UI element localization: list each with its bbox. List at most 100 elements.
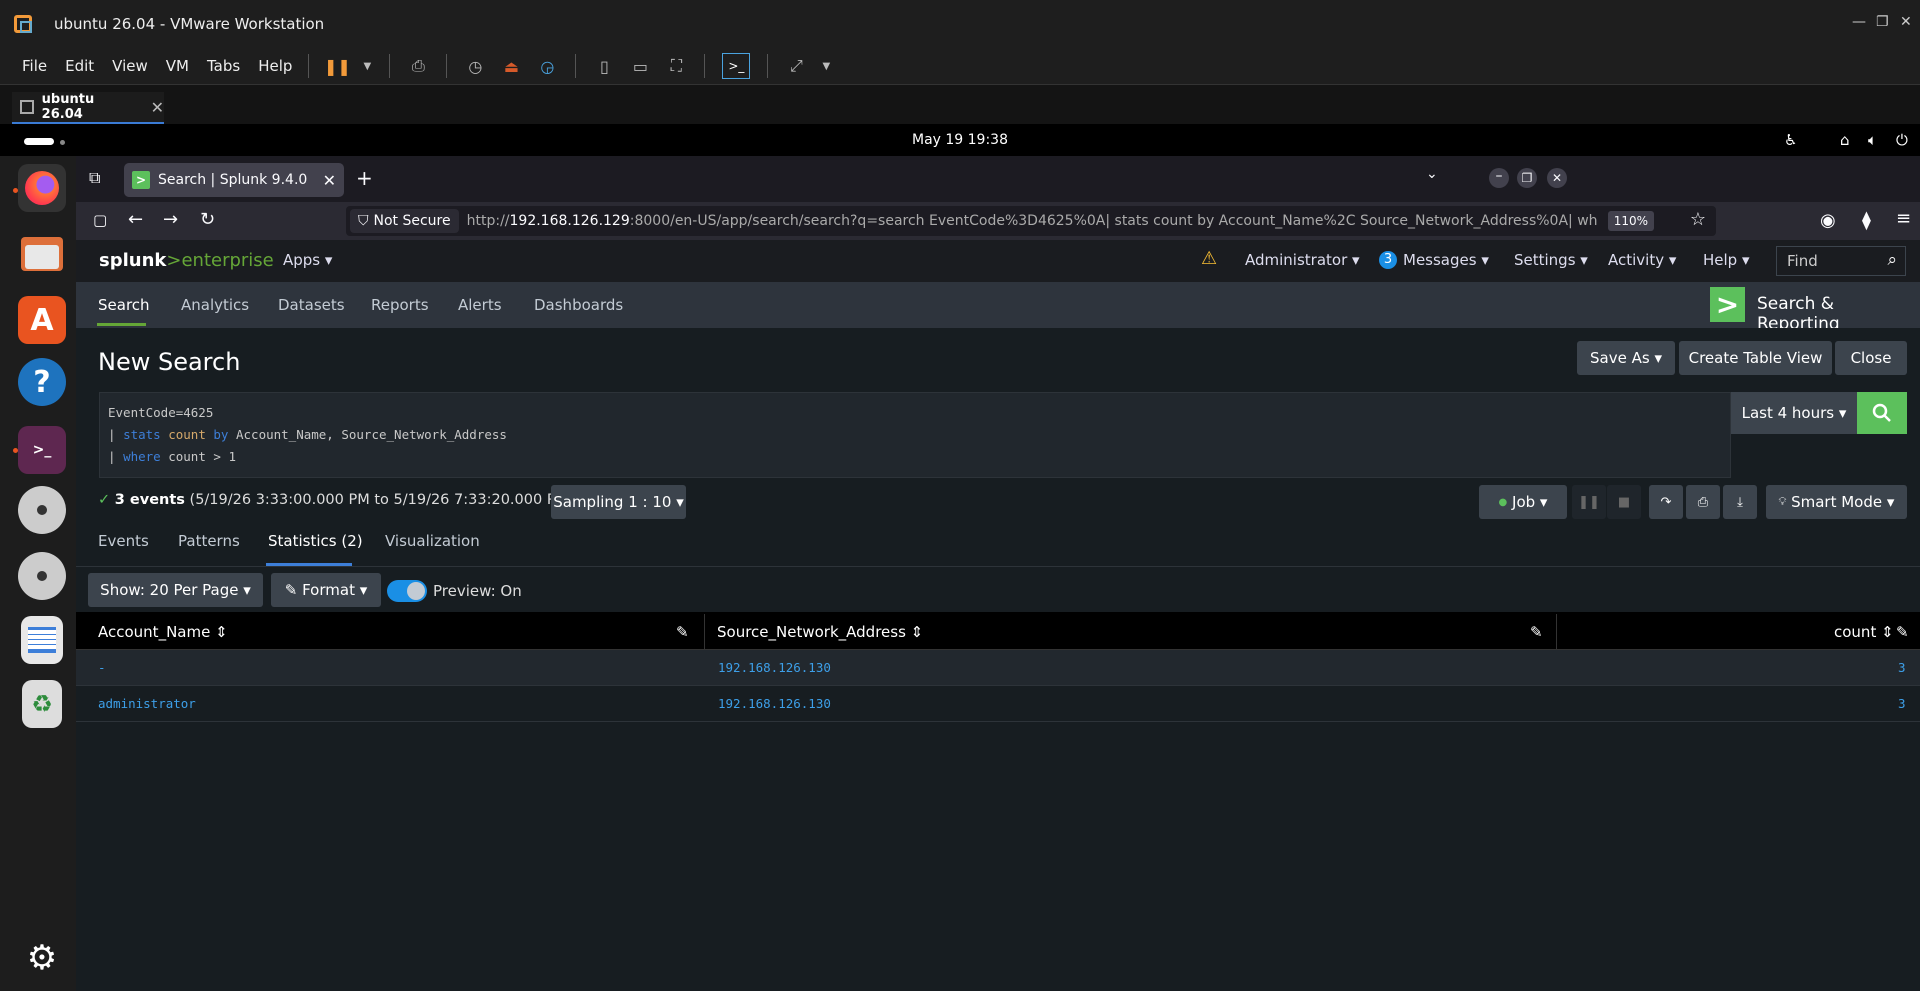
trash-icon[interactable]: ♻ [22,680,62,728]
close-icon[interactable]: ✕ [1900,14,1912,30]
nav-reports[interactable]: Reports [371,296,429,314]
administrator-menu[interactable]: Administrator ▾ [1245,251,1360,269]
warning-icon[interactable]: ⚠ [1201,248,1217,269]
time-range-picker[interactable]: Last 4 hours ▾ [1731,392,1857,434]
messages-badge[interactable]: 3 [1379,251,1397,269]
clock[interactable]: May 19 19:38 [0,132,1920,148]
stretch-icon[interactable]: ⤢ [785,55,807,77]
share-icon[interactable]: ↷ [1649,485,1683,519]
sidebar-icon[interactable]: ▢ [93,211,107,229]
pause-icon[interactable]: ❚❚ [324,55,351,77]
cell-account-name[interactable]: administrator [98,696,196,711]
splunk-logo[interactable]: splunk>enterprise [99,250,274,271]
cell-source-address[interactable]: 192.168.126.130 [718,696,831,711]
nav-alerts[interactable]: Alerts [458,296,502,314]
apps-menu[interactable]: Apps ▾ [283,251,332,269]
fullscreen-icon[interactable]: ⛶ [665,55,687,77]
create-table-view-button[interactable]: Create Table View [1679,341,1832,375]
chevron-down-icon[interactable]: ▼ [821,55,831,77]
disc-icon[interactable] [18,486,66,534]
library-icon[interactable]: ▯ [593,55,615,77]
search-query-input[interactable]: EventCode=4625 | stats count by Account_… [99,392,1731,478]
pause-job-icon[interactable]: ❚❚ [1572,485,1606,519]
search-button[interactable] [1857,392,1907,434]
tab-visualization[interactable]: Visualization [385,532,480,550]
firefox-icon[interactable] [18,164,66,212]
menu-tabs[interactable]: Tabs [207,57,240,75]
files-icon[interactable] [18,230,66,278]
format-dropdown[interactable]: ✎ Format ▾ [271,573,381,607]
cell-source-address[interactable]: 192.168.126.130 [718,660,831,675]
chevron-down-icon[interactable]: ▼ [362,55,372,77]
menu-edit[interactable]: Edit [65,57,94,75]
browser-tab-splunk[interactable]: > Search | Splunk 9.4.0 ✕ [124,163,344,197]
send-ctrl-alt-del-icon[interactable]: ⎙ [407,55,429,77]
help-icon[interactable]: ? [18,358,66,406]
help-menu[interactable]: Help ▾ [1703,251,1750,269]
disc-icon[interactable] [18,552,66,600]
messages-menu[interactable]: Messages ▾ [1403,251,1489,269]
save-as-button[interactable]: Save As ▾ [1577,341,1675,375]
close-icon[interactable]: ✕ [1547,168,1567,188]
preview-toggle[interactable] [387,580,427,602]
tab-events[interactable]: Events [98,532,149,550]
sampling-dropdown[interactable]: Sampling 1 : 10 ▾ [551,485,686,519]
cell-count[interactable]: 3 [1898,660,1906,675]
back-icon[interactable]: ← [128,209,143,230]
column-header-count[interactable]: count ⇕ [1834,623,1894,641]
volume-icon[interactable]: 🔈︎ [1868,131,1877,149]
bookmark-star-icon[interactable]: ☆ [1690,209,1706,230]
column-format-icon[interactable]: ✎ [1896,623,1909,641]
security-indicator[interactable]: ⛉ Not Secure [350,209,459,233]
close-tab-icon[interactable]: ✕ [323,171,336,190]
vmware-tab-ubuntu[interactable]: ubuntu 26.04 ✕ [12,92,164,124]
menu-help[interactable]: Help [258,57,292,75]
per-page-dropdown[interactable]: Show: 20 Per Page ▾ [88,573,263,607]
app-center-icon[interactable]: A [18,296,66,344]
close-tab-icon[interactable]: ✕ [151,98,164,117]
menu-vm[interactable]: VM [166,57,189,75]
network-icon[interactable]: ⌂ [1840,131,1850,149]
thumbnail-icon[interactable]: ▭ [629,55,651,77]
forward-icon[interactable]: → [163,209,178,230]
revert-snapshot-icon[interactable]: ⏏ [500,55,522,77]
tab-patterns[interactable]: Patterns [178,532,240,550]
cell-account-name[interactable]: - [98,660,106,675]
reload-icon[interactable]: ↻ [200,209,215,230]
url-text[interactable]: http://192.168.126.129:8000/en-US/app/se… [467,213,1597,229]
new-tab-icon[interactable]: + [356,166,373,190]
zoom-level[interactable]: 110% [1607,211,1654,231]
tab-groups-icon[interactable]: ⧉ [89,168,100,188]
close-button[interactable]: Close [1835,341,1907,375]
power-icon[interactable]: ⏻ [1896,131,1908,149]
menu-icon[interactable]: ≡ [1896,208,1911,229]
restore-icon[interactable]: ❐ [1517,168,1537,188]
console-icon[interactable]: >_ [722,53,751,79]
print-icon[interactable]: ⎙ [1686,485,1720,519]
snapshot-manager-icon[interactable]: ◶ [536,55,558,77]
terminal-icon[interactable]: >_ [18,426,66,474]
document-viewer-icon[interactable] [21,616,63,664]
accessibility-icon[interactable]: ♿ [1784,131,1797,149]
export-icon[interactable]: ⤓ [1723,485,1757,519]
column-header-account-name[interactable]: Account_Name ⇕ [98,623,228,641]
snapshot-icon[interactable]: ◷ [464,55,486,77]
find-input[interactable]: Find ⌕ [1776,246,1906,276]
column-format-icon[interactable]: ✎ [1530,623,1543,641]
nav-analytics[interactable]: Analytics [181,296,249,314]
nav-dashboards[interactable]: Dashboards [534,296,623,314]
cell-count[interactable]: 3 [1898,696,1906,711]
url-bar[interactable]: ⛉ Not Secure http://192.168.126.129:8000/… [346,206,1716,236]
list-tabs-icon[interactable]: ⌄ [1426,166,1438,182]
column-format-icon[interactable]: ✎ [676,623,689,641]
menu-file[interactable]: File [22,57,47,75]
tab-statistics[interactable]: Statistics (2) [268,532,363,550]
activity-menu[interactable]: Activity ▾ [1608,251,1676,269]
nav-datasets[interactable]: Datasets [278,296,345,314]
column-header-source-network-address[interactable]: Source_Network_Address ⇕ [717,623,923,641]
search-icon[interactable]: ⌕ [1887,250,1897,270]
menu-view[interactable]: View [112,57,148,75]
extensions-icon[interactable]: ⧫ [1862,210,1871,231]
nav-search[interactable]: Search [98,296,150,314]
minimize-icon[interactable]: — [1852,14,1866,30]
